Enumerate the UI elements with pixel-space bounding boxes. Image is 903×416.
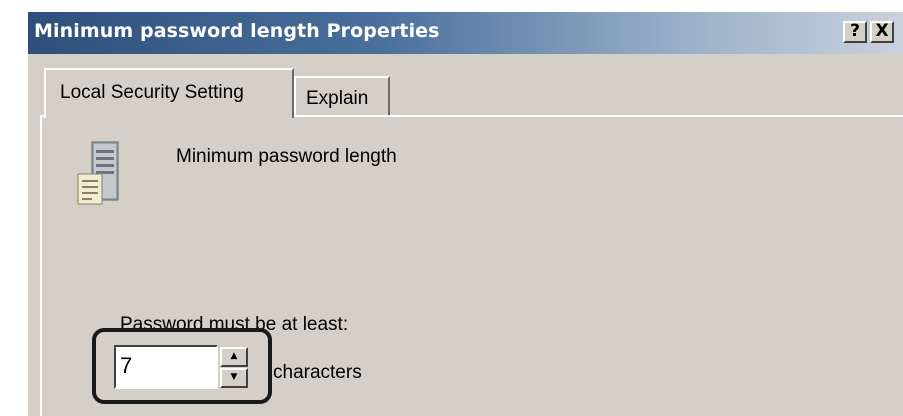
tab-explain[interactable]: Explain [294,76,390,116]
server-policy-icon [72,138,128,208]
policy-name: Minimum password length [176,146,397,167]
characters-label: characters [273,362,362,383]
tab-local-security-setting[interactable]: Local Security Setting [44,68,294,118]
spin-down-button[interactable]: ▼ [220,368,248,388]
window-title: Minimum password length Properties [34,20,440,42]
spin-up-button[interactable]: ▲ [220,347,248,367]
help-button[interactable]: ? [843,21,867,43]
properties-dialog: Minimum password length Properties ? X L… [28,12,903,416]
title-bar[interactable]: Minimum password length Properties ? X [28,12,903,54]
close-button[interactable]: X [870,21,894,43]
password-length-input[interactable]: 7 [114,345,218,389]
screen: Minimum password length Properties ? X L… [0,0,903,416]
